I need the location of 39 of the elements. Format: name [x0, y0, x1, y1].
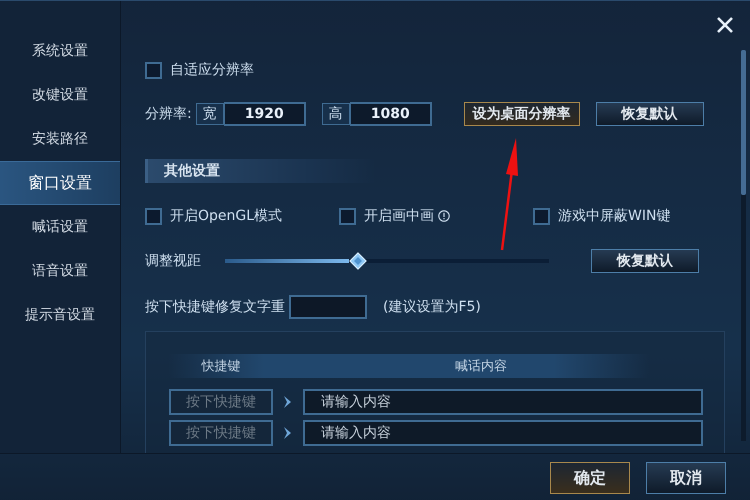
height-field[interactable]: 1080 — [350, 102, 432, 126]
sidebar-item[interactable]: 喊话设置 — [0, 205, 120, 249]
chat-input[interactable]: 请输入内容 — [303, 420, 703, 446]
chat-input[interactable]: 请输入内容 — [303, 389, 703, 415]
shortcut-field[interactable] — [289, 295, 367, 319]
column-header: 快捷键 — [200, 358, 242, 375]
close-icon[interactable] — [716, 16, 734, 34]
hint-text: (建议设置为F5) — [383, 298, 481, 316]
checkbox[interactable] — [533, 208, 550, 224]
checkbox-label: 开启画中画 — [364, 207, 434, 225]
column-header: 喊话内容 — [454, 358, 508, 375]
sidebar-item[interactable]: 安装路径 — [0, 117, 120, 161]
height-label: 高 — [322, 103, 350, 125]
reset-button[interactable]: 恢复默认 — [596, 102, 704, 126]
slider-thumb[interactable] — [348, 252, 367, 270]
resolution-label: 分辨率: — [145, 105, 192, 123]
sidebar-item[interactable]: 系统设置 — [0, 29, 120, 73]
checkbox[interactable] — [339, 208, 356, 224]
slider-label: 调整视距 — [145, 252, 201, 270]
checkbox-label: 开启OpenGL模式 — [170, 207, 282, 225]
width-label: 宽 — [196, 103, 224, 125]
desktop-resolution-button[interactable]: 设为桌面分辨率 — [464, 102, 580, 126]
checkbox-label: 游戏中屏蔽WIN键 — [558, 207, 670, 225]
shortcut-label: 按下快捷键修复文字重 — [145, 298, 285, 316]
checkbox[interactable] — [145, 62, 162, 78]
confirm-button[interactable]: 确定 — [550, 462, 630, 494]
sidebar-item[interactable]: 窗口设置 — [0, 161, 120, 205]
cancel-button[interactable]: 取消 — [646, 462, 726, 494]
scrollbar-thumb[interactable] — [741, 50, 746, 195]
info-icon — [438, 210, 450, 222]
checkbox-label: 自适应分辨率 — [170, 61, 254, 79]
checkbox[interactable] — [145, 208, 162, 224]
chevron-icon — [283, 395, 293, 409]
sidebar-item[interactable]: 提示音设置 — [0, 293, 120, 337]
sidebar-item[interactable]: 语音设置 — [0, 249, 120, 293]
width-field[interactable]: 1920 — [224, 102, 306, 126]
sidebar-item[interactable]: 改键设置 — [0, 73, 120, 117]
chevron-icon — [283, 426, 293, 440]
reset-button[interactable]: 恢复默认 — [591, 249, 699, 273]
